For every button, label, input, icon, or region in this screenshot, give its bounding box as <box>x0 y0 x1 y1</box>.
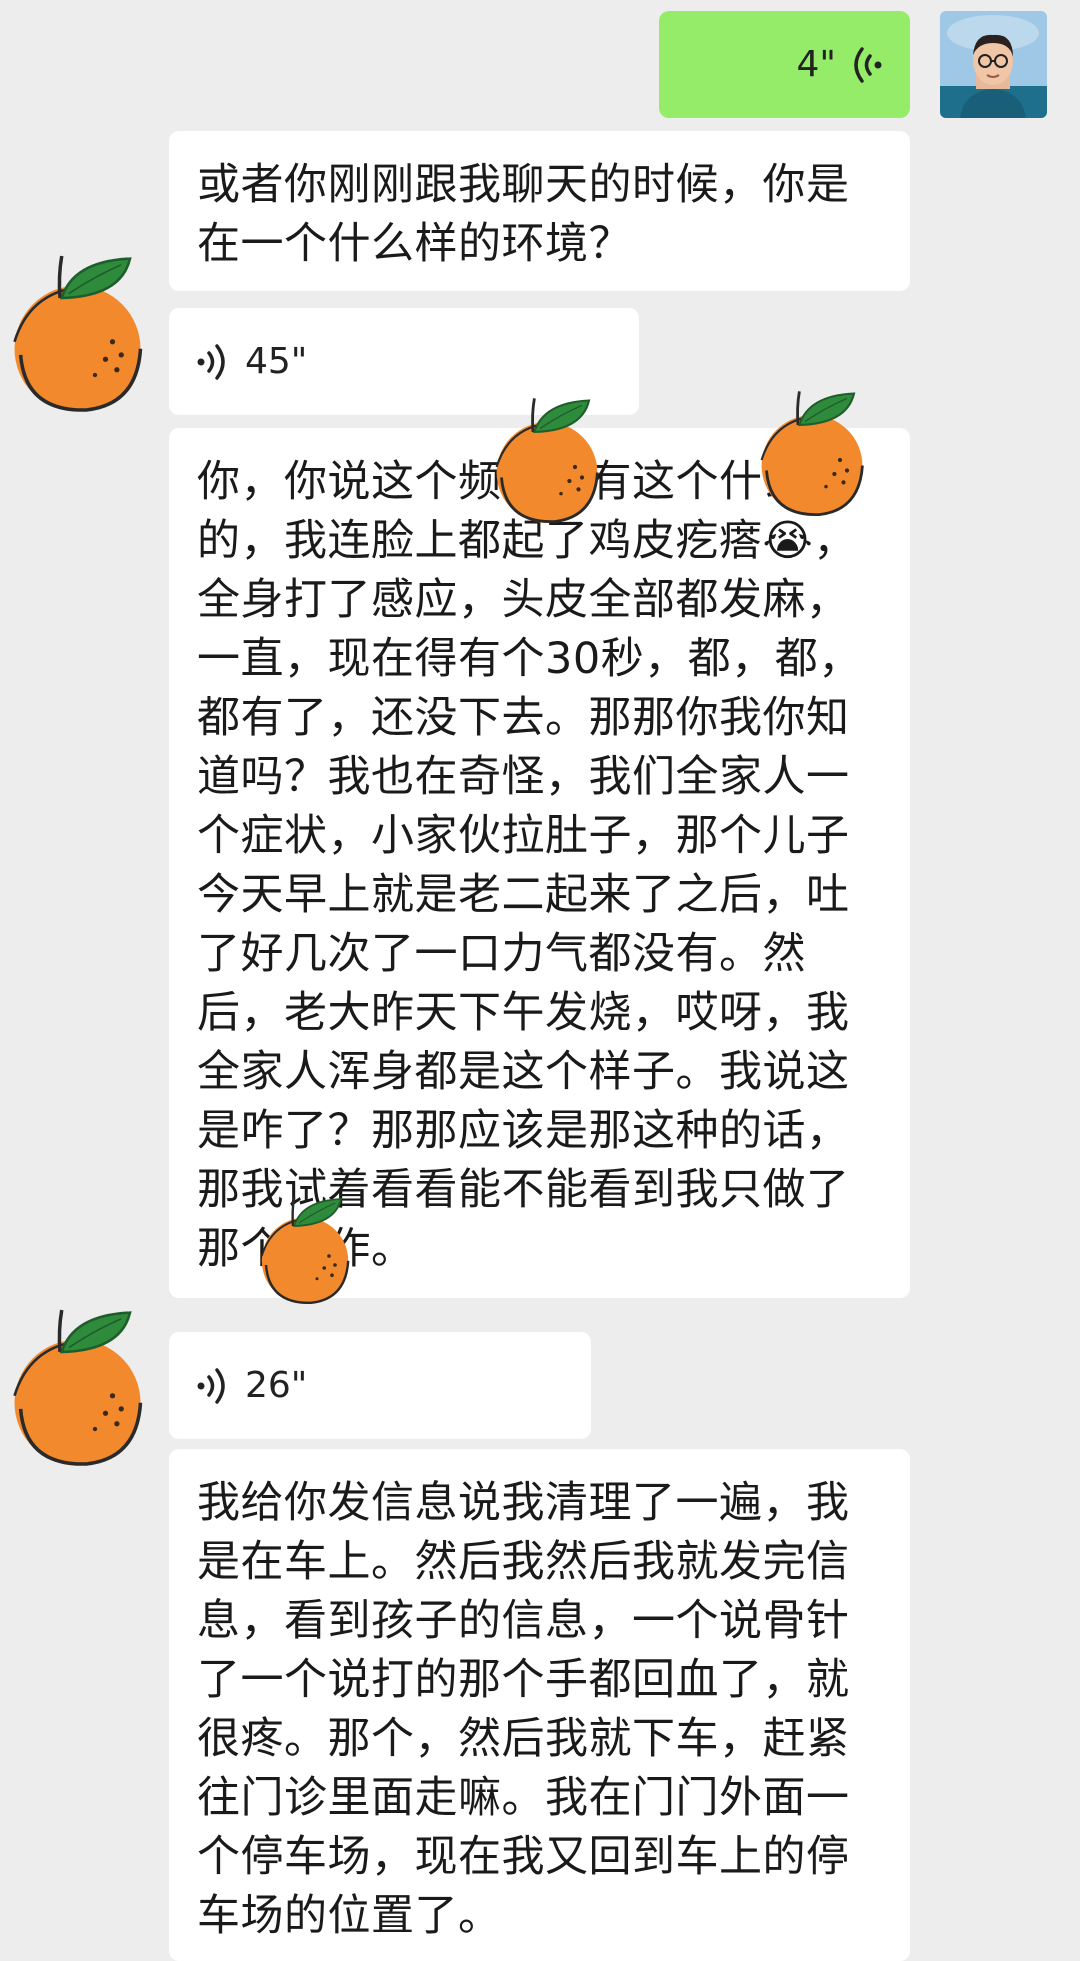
orange-sticker-icon <box>245 1185 365 1315</box>
voice-wave-icon <box>854 46 882 83</box>
outgoing-voice-message[interactable]: 4" <box>659 11 910 118</box>
voice-duration: 4" <box>796 44 836 85</box>
incoming-text-message[interactable]: 我给你发信息说我清理了一遍，我是在车上。然后我然后我就发完信息，看到孩子的信息，… <box>169 1449 910 1961</box>
voice-wave-icon <box>197 1367 225 1404</box>
incoming-text-message[interactable]: 或者你刚刚跟我聊天的时候，你是在一个什么样的环境？ <box>169 131 910 291</box>
voice-wave-icon <box>197 343 225 380</box>
message-text: 你，你说这个频率还有这个什么的，我连脸上都起了鸡皮疙瘩😭，全身打了感应，头皮全部… <box>197 457 862 1274</box>
orange-sticker-icon <box>0 238 165 428</box>
orange-sticker-icon <box>0 1292 165 1482</box>
orange-sticker-icon <box>477 385 617 535</box>
incoming-text-message[interactable]: 你，你说这个频率还有这个什么的，我连脸上都起了鸡皮疙瘩😭，全身打了感应，头皮全部… <box>169 428 910 1298</box>
orange-sticker-icon <box>742 378 882 528</box>
message-text: 或者你刚刚跟我聊天的时候，你是在一个什么样的环境？ <box>197 160 850 269</box>
voice-duration: 45" <box>245 341 308 382</box>
incoming-voice-message[interactable]: 26" <box>169 1332 591 1439</box>
message-text: 我给你发信息说我清理了一遍，我是在车上。然后我然后我就发完信息，看到孩子的信息，… <box>197 1478 850 1941</box>
user-avatar[interactable] <box>940 11 1047 118</box>
voice-duration: 26" <box>245 1365 308 1406</box>
